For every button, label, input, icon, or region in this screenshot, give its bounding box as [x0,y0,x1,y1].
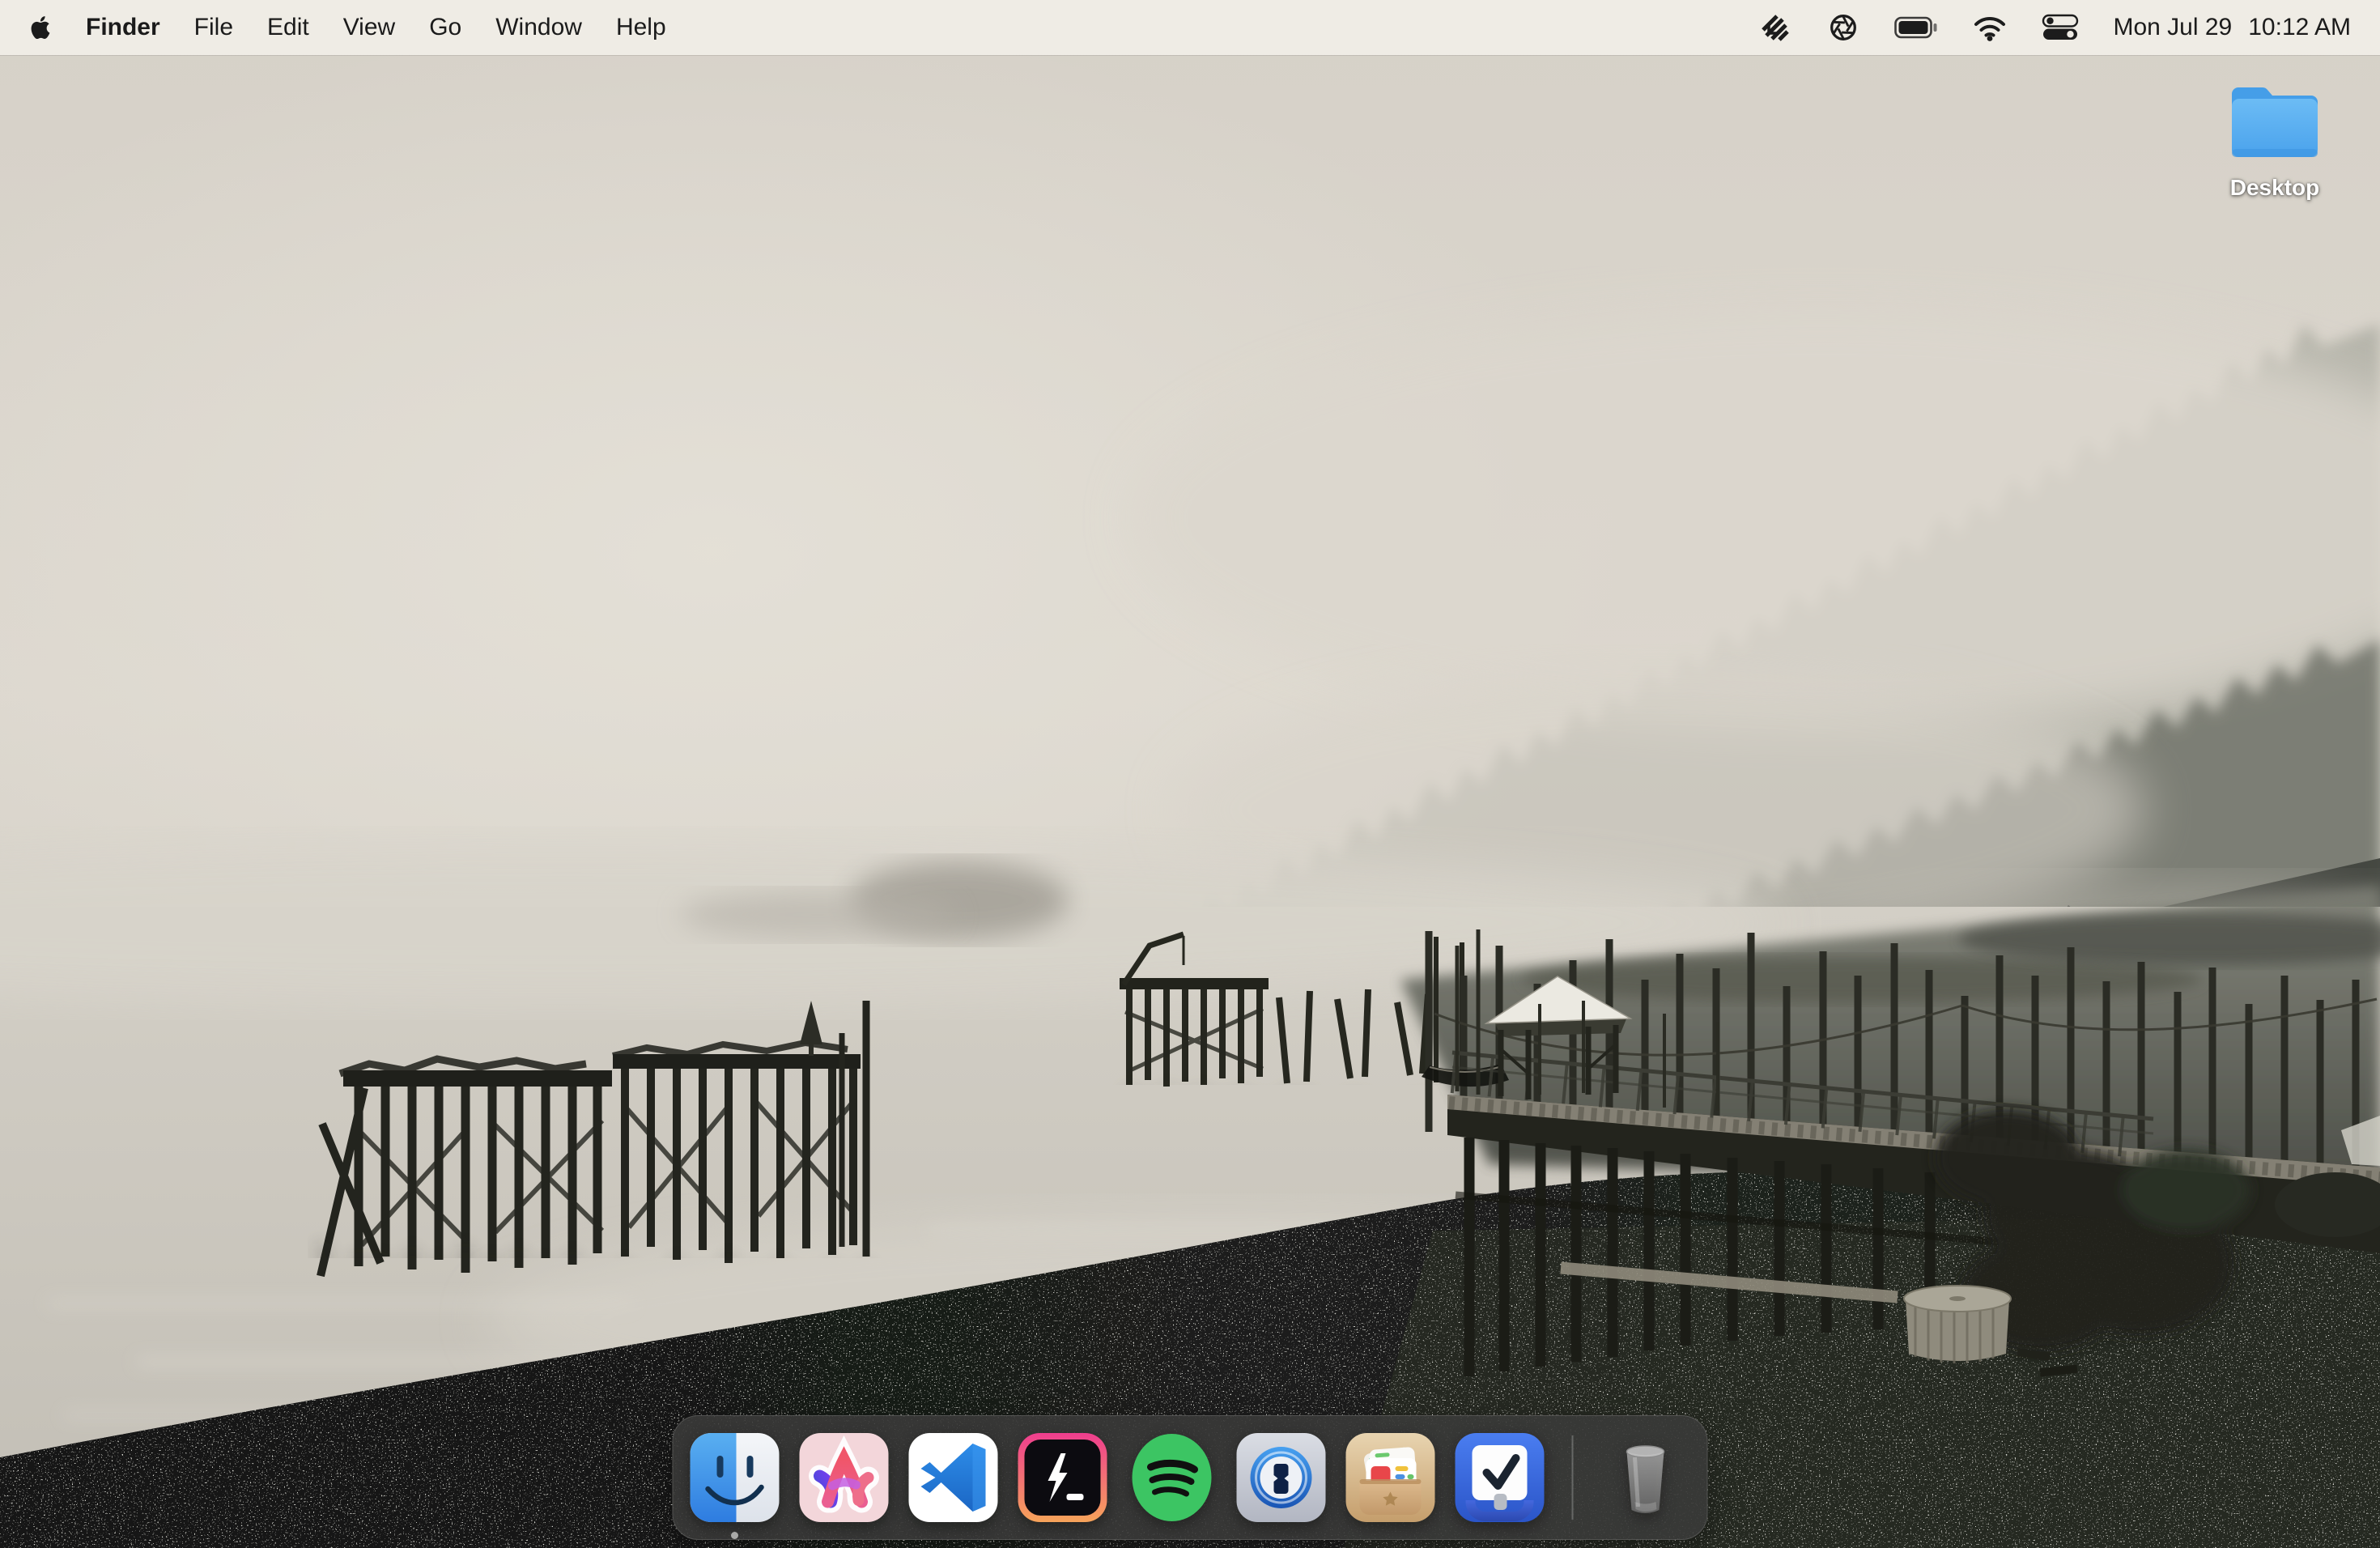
menu-item-window[interactable]: Window [495,14,582,41]
clock-time: 10:12 AM [2248,14,2351,41]
wifi-icon[interactable] [1972,8,2008,47]
trash-icon [1599,1431,1693,1525]
spotify-icon [1125,1431,1219,1525]
desktop-folder[interactable]: Desktop [2209,81,2340,201]
folder-icon [2225,81,2324,164]
menu-item-go[interactable]: Go [429,14,461,41]
keyboard-stripes-icon[interactable] [1757,8,1792,47]
macos-desktop: { "menu_bar": { "menus": ["Finder", "Fil… [0,0,2380,1548]
menu-item-file[interactable]: File [194,14,233,41]
cardhop-icon [1344,1431,1438,1525]
dock [673,1415,1708,1540]
dock-item-cardhop[interactable] [1344,1431,1438,1525]
apple-logo-icon [29,14,52,41]
warp-terminal-icon [1016,1431,1110,1525]
menu-item-help[interactable]: Help [616,14,666,41]
running-indicator [731,1532,738,1539]
dock-item-things[interactable] [1453,1431,1547,1525]
dock-divider [1572,1435,1574,1520]
vscode-icon [907,1431,1001,1525]
1password-icon [1235,1431,1328,1525]
dock-item-warp[interactable] [1016,1431,1110,1525]
finder-icon [688,1431,782,1525]
menu-bar-right: Mon Jul 29 10:12 AM [1757,8,2351,47]
battery-icon[interactable] [1894,8,1938,47]
dock-item-spotify[interactable] [1125,1431,1219,1525]
dock-item-finder[interactable] [688,1431,782,1525]
menu-bar: Finder File Edit View Go Window Help [0,0,2380,55]
menu-item-finder[interactable]: Finder [86,14,160,41]
menu-item-edit[interactable]: Edit [267,14,309,41]
things-icon [1453,1431,1547,1525]
dock-item-trash[interactable] [1599,1431,1693,1525]
arc-icon [797,1431,891,1525]
clock-date: Mon Jul 29 [2113,14,2232,41]
wallpaper-image [0,0,2380,1548]
control-center-icon[interactable] [2042,8,2079,47]
desktop-folder-label: Desktop [2230,175,2319,201]
dock-item-1password[interactable] [1235,1431,1328,1525]
menu-bar-left: Finder File Edit View Go Window Help [29,8,666,47]
dock-item-vscode[interactable] [907,1431,1001,1525]
aperture-icon[interactable] [1826,8,1860,47]
menu-bar-clock[interactable]: Mon Jul 29 10:12 AM [2113,14,2351,41]
dock-item-arc[interactable] [797,1431,891,1525]
menu-item-view[interactable]: View [343,14,395,41]
apple-menu[interactable] [29,8,52,47]
